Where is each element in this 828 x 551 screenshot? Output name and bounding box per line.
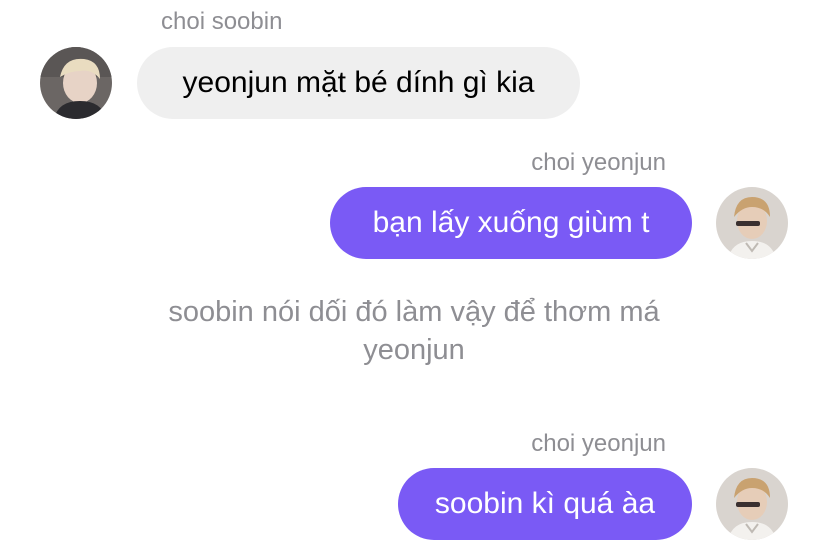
- sender-name: choi soobin: [161, 8, 283, 35]
- user-avatar-yeonjun-icon: [716, 187, 788, 259]
- system-note: soobin nói dối đó làm vậy để thơm má yeo…: [168, 296, 660, 366]
- user-avatar-soobin-icon: [40, 47, 112, 119]
- avatar[interactable]: [716, 187, 788, 259]
- avatar[interactable]: [40, 47, 112, 119]
- sender-name: choi yeonjun: [531, 430, 666, 457]
- user-avatar-yeonjun-icon: [716, 468, 788, 540]
- sender-name: choi yeonjun: [531, 149, 666, 176]
- message-bubble[interactable]: bạn lấy xuống giùm t: [330, 187, 692, 259]
- message-bubble[interactable]: soobin kì quá àa: [398, 468, 692, 540]
- message-bubble[interactable]: yeonjun mặt bé dính gì kia: [137, 47, 580, 119]
- avatar[interactable]: [716, 468, 788, 540]
